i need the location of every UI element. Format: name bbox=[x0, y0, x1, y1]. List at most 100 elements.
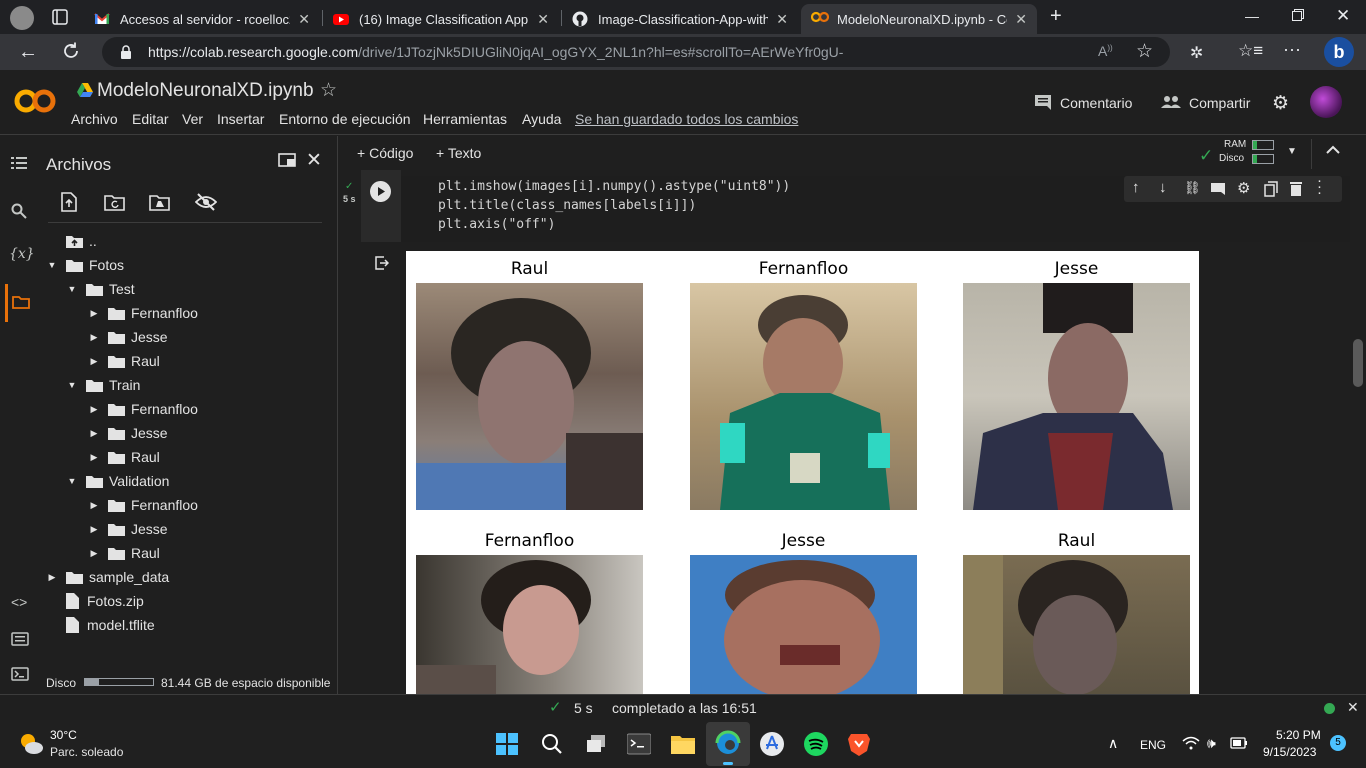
close-panel-icon[interactable]: ✕ bbox=[306, 149, 322, 172]
chevron-right-icon[interactable]: ▶ bbox=[88, 500, 100, 511]
resources-dropdown-icon[interactable]: ▼ bbox=[1287, 146, 1297, 157]
hide-files-icon[interactable] bbox=[195, 193, 217, 211]
close-icon[interactable]: ✕ bbox=[298, 11, 310, 28]
menu-ver[interactable]: Ver bbox=[182, 111, 203, 127]
output-actions-icon[interactable] bbox=[375, 256, 389, 270]
file-tree-folder[interactable]: ▶ Raul bbox=[88, 350, 160, 372]
chevron-right-icon[interactable]: ▶ bbox=[88, 308, 100, 319]
collapse-header-icon[interactable] bbox=[1326, 145, 1340, 155]
chevron-right-icon[interactable]: ▶ bbox=[88, 428, 100, 439]
folder-icon[interactable] bbox=[12, 295, 30, 309]
browser-tab-gmail[interactable]: Accesos al servidor - rcoelloc2@ ✕ bbox=[84, 4, 320, 34]
back-icon[interactable]: ← bbox=[18, 41, 38, 64]
file-tree-folder[interactable]: ▼ Fotos bbox=[46, 254, 124, 276]
tab-actions-icon[interactable] bbox=[52, 9, 68, 25]
mirror-cell-icon[interactable] bbox=[1264, 181, 1278, 197]
search-icon[interactable] bbox=[11, 203, 27, 219]
chevron-right-icon[interactable]: ▶ bbox=[88, 524, 100, 535]
edge-taskbar-button[interactable] bbox=[706, 722, 750, 766]
wifi-icon[interactable] bbox=[1182, 736, 1200, 750]
settings-gear-icon[interactable]: ⚙ bbox=[1272, 92, 1289, 115]
url-field[interactable]: https://colab.research.google.com/drive/… bbox=[102, 37, 1170, 67]
open-in-tab-icon[interactable] bbox=[278, 153, 296, 167]
share-people-icon[interactable] bbox=[1161, 95, 1181, 109]
delete-cell-icon[interactable] bbox=[1290, 181, 1302, 196]
user-avatar[interactable] bbox=[1310, 86, 1342, 118]
brave-icon[interactable] bbox=[848, 731, 870, 757]
lock-icon[interactable] bbox=[120, 45, 132, 59]
file-tree-folder[interactable]: ▶ Fernanfloo bbox=[88, 494, 198, 516]
file-tree-folder[interactable]: ▶ sample_data bbox=[46, 566, 170, 588]
read-aloud-icon[interactable]: A)) bbox=[1098, 43, 1113, 59]
window-close-icon[interactable]: ✕ bbox=[1336, 6, 1350, 26]
menu-archivo[interactable]: Archivo bbox=[71, 111, 118, 127]
star-icon[interactable]: ☆ bbox=[320, 79, 337, 102]
chevron-right-icon[interactable]: ▶ bbox=[88, 404, 100, 415]
browser-tab-colab[interactable]: ModeloNeuronalXD.ipynb - Cola ✕ bbox=[801, 4, 1037, 34]
add-code-button[interactable]: + Código bbox=[357, 145, 413, 161]
close-icon[interactable]: ✕ bbox=[537, 11, 549, 28]
chevron-down-icon[interactable]: ▼ bbox=[66, 284, 78, 294]
volume-icon[interactable]: 🕪 bbox=[1207, 735, 1216, 752]
file-tree-parent[interactable]: .. bbox=[46, 230, 97, 252]
command-palette-icon[interactable] bbox=[11, 632, 29, 646]
bing-chat-icon[interactable]: b bbox=[1324, 37, 1354, 67]
menu-entorno[interactable]: Entorno de ejecución bbox=[279, 111, 411, 127]
cell-settings-icon[interactable]: ⚙ bbox=[1237, 179, 1250, 197]
chevron-down-icon[interactable]: ▼ bbox=[46, 260, 58, 270]
more-cell-options-icon[interactable]: · · · bbox=[1317, 173, 1322, 200]
notification-badge[interactable]: 5 bbox=[1330, 735, 1346, 751]
clock-date[interactable]: 9/15/2023 bbox=[1263, 745, 1316, 759]
menu-ayuda[interactable]: Ayuda bbox=[522, 111, 561, 127]
app-store-icon[interactable] bbox=[759, 731, 785, 757]
upload-file-icon[interactable] bbox=[61, 192, 77, 212]
chevron-right-icon[interactable]: ▶ bbox=[46, 572, 58, 583]
minimize-icon[interactable]: — bbox=[1245, 8, 1259, 24]
chevron-right-icon[interactable]: ▶ bbox=[88, 356, 100, 367]
restore-icon[interactable] bbox=[1292, 9, 1304, 21]
file-tree-folder[interactable]: ▶ Fernanfloo bbox=[88, 398, 198, 420]
colab-logo-icon[interactable] bbox=[14, 88, 56, 114]
table-of-contents-icon[interactable] bbox=[11, 156, 27, 170]
task-view-icon[interactable] bbox=[585, 733, 607, 755]
more-options-icon[interactable]: ··· bbox=[1283, 39, 1301, 60]
run-cell-button[interactable] bbox=[370, 181, 391, 202]
saved-status-link[interactable]: Se han guardado todos los cambios bbox=[575, 111, 798, 127]
file-tree-folder[interactable]: ▶ Jesse bbox=[88, 518, 168, 540]
share-button[interactable]: Compartir bbox=[1189, 95, 1250, 111]
search-taskbar-icon[interactable] bbox=[541, 733, 563, 755]
move-down-icon[interactable]: ↓ bbox=[1159, 179, 1167, 196]
chevron-right-icon[interactable]: ▶ bbox=[88, 332, 100, 343]
spotify-icon[interactable] bbox=[803, 731, 829, 757]
add-text-button[interactable]: + Texto bbox=[436, 145, 481, 161]
close-icon[interactable]: ✕ bbox=[1015, 11, 1027, 28]
reload-icon[interactable] bbox=[62, 41, 80, 61]
variables-icon[interactable]: {x} bbox=[9, 246, 35, 262]
chevron-right-icon[interactable]: ▶ bbox=[88, 548, 100, 559]
scrollbar-thumb[interactable] bbox=[1353, 339, 1363, 387]
profile-avatar[interactable] bbox=[10, 6, 34, 30]
notebook-title[interactable]: ModeloNeuronalXD.ipynb bbox=[97, 80, 314, 102]
link-icon[interactable]: ⛓ bbox=[1184, 180, 1201, 196]
terminal-icon[interactable] bbox=[11, 667, 29, 681]
file-tree-folder[interactable]: ▶ Fernanfloo bbox=[88, 302, 198, 324]
menu-insertar[interactable]: Insertar bbox=[217, 111, 264, 127]
chevron-right-icon[interactable]: ▶ bbox=[88, 452, 100, 463]
file-tree-folder[interactable]: ▶ Jesse bbox=[88, 326, 168, 348]
browser-tab-github[interactable]: Image-Classification-App-with-C ✕ bbox=[562, 4, 798, 34]
terminal-taskbar-icon[interactable] bbox=[627, 733, 651, 755]
new-tab-icon[interactable]: + bbox=[1050, 5, 1062, 28]
favorite-star-icon[interactable]: ☆ bbox=[1136, 40, 1153, 63]
file-tree-folder[interactable]: ▼ Test bbox=[66, 278, 135, 300]
file-tree-folder[interactable]: ▼ Validation bbox=[66, 470, 170, 492]
language-indicator[interactable]: ENG bbox=[1140, 738, 1166, 752]
favorites-icon[interactable]: ☆≡ bbox=[1238, 41, 1263, 61]
file-tree-folder[interactable]: ▼ Train bbox=[66, 374, 141, 396]
file-explorer-icon[interactable] bbox=[671, 733, 695, 755]
file-tree-file[interactable]: Fotos.zip bbox=[46, 590, 144, 612]
status-close-icon[interactable]: ✕ bbox=[1347, 699, 1359, 716]
battery-icon[interactable] bbox=[1230, 737, 1248, 749]
chevron-down-icon[interactable]: ▼ bbox=[66, 476, 78, 486]
menu-herramientas[interactable]: Herramientas bbox=[423, 111, 507, 127]
weather-sun-icon[interactable] bbox=[18, 731, 44, 755]
